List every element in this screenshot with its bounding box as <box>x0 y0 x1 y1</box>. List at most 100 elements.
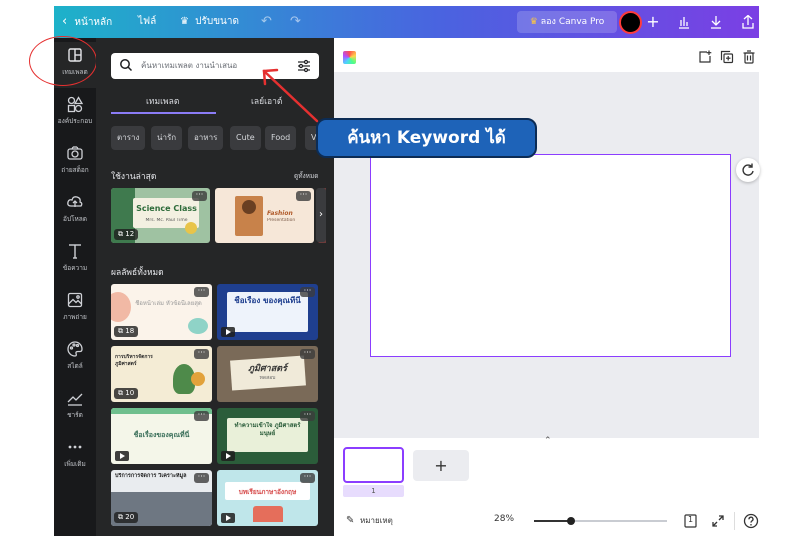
download-icon[interactable] <box>705 6 727 38</box>
play-icon <box>115 451 129 461</box>
duplicate-icon[interactable] <box>720 49 736 65</box>
more-options-icon[interactable]: ··· <box>194 349 209 359</box>
rail-item-styles[interactable]: สไตล์ <box>54 336 96 382</box>
design-page[interactable] <box>370 154 731 357</box>
zoom-slider[interactable] <box>534 517 667 525</box>
play-icon <box>221 513 235 523</box>
share-icon[interactable] <box>737 6 759 38</box>
try-canva-pro-button[interactable]: ♛ ลอง Canva Pro <box>517 11 617 33</box>
page-count-badge: ⧉ 12 <box>114 229 139 240</box>
crown-icon: ♛ <box>180 16 189 27</box>
rail-item-camera[interactable]: ถ่ายสต็อก <box>54 140 96 186</box>
more-options-icon[interactable]: ··· <box>300 287 315 297</box>
zoom-slider-fill <box>534 520 571 522</box>
chip-cute-th[interactable]: น่ารัก <box>151 126 183 150</box>
color-picker-icon[interactable] <box>343 51 356 64</box>
refresh-icon <box>742 163 754 176</box>
more-options-icon[interactable]: ··· <box>192 191 207 201</box>
avatar[interactable] <box>619 11 642 34</box>
blob-decoration <box>188 318 208 334</box>
template-result-card[interactable]: บทเรียนภาษาอังกฤษ ··· <box>217 470 318 526</box>
add-page-icon[interactable] <box>698 49 714 65</box>
template-result-card[interactable]: การบริหารจัดการ ภูมิศาสตร์ ··· ⧉ 10 <box>111 346 212 402</box>
fullscreen-icon[interactable] <box>710 513 726 529</box>
rail-item-label: สไตล์ <box>67 362 83 370</box>
chip-table[interactable]: ตาราง <box>111 126 146 150</box>
template-result-card[interactable]: ทำความเข้าใจ ภูมิศาสตร์มนุษย์ ··· <box>217 408 318 464</box>
canva-editor: ‹ หน้าหลัก ไฟล์ ♛ ปรับขนาด ↶ ↷ ♛ ลอง Can… <box>0 0 799 556</box>
zoom-slider-knob[interactable] <box>567 517 575 525</box>
rail-item-charts[interactable]: ชาร์ต <box>54 385 96 431</box>
more-options-icon[interactable]: ··· <box>296 191 311 201</box>
rail-item-label: ถ่ายสต็อก <box>61 166 89 174</box>
template-result-card[interactable]: ชื่อเรื่องของคุณที่นี่ ··· <box>111 408 212 464</box>
resize-button[interactable]: ♛ ปรับขนาด <box>180 6 239 38</box>
template-result-card[interactable]: บริการการจัดการ วิเคราะห์มูล ··· ⧉ 20 <box>111 470 212 526</box>
share-add-button[interactable]: + <box>643 6 663 38</box>
insights-icon[interactable] <box>673 6 695 38</box>
rail-item-label: องค์ประกอบ <box>57 117 93 125</box>
template-title: ทำความเข้าใจ ภูมิศาสตร์มนุษย์ <box>234 422 301 437</box>
search-placeholder: ค้นหาเทมเพลต งานนำเสนอ <box>141 61 238 70</box>
more-options-icon[interactable]: ··· <box>300 411 315 421</box>
blob-decoration <box>111 292 131 322</box>
page-count-badge: ⧉ 20 <box>114 512 139 523</box>
top-bar: ‹ หน้าหลัก ไฟล์ ♛ ปรับขนาด ↶ ↷ ♛ ลอง Can… <box>54 6 759 38</box>
chevron-up-icon[interactable]: ⌃ <box>544 436 552 446</box>
photo-icon <box>67 292 83 308</box>
add-page-button[interactable]: + <box>413 450 469 481</box>
rail-item-label: อัปโหลด <box>62 215 87 223</box>
resize-label: ปรับขนาด <box>195 16 240 27</box>
rail-item-elements[interactable]: องค์ประกอบ <box>54 91 96 137</box>
notes-label: หมายเหตุ <box>359 516 393 525</box>
page-thumbnail[interactable] <box>343 447 404 483</box>
page-count-badge: ⧉ 18 <box>114 326 139 337</box>
back-home-label: หน้าหลัก <box>74 17 113 28</box>
back-home-button[interactable]: ‹ หน้าหลัก <box>62 6 112 38</box>
trash-icon[interactable] <box>742 49 758 65</box>
left-icon-rail: เทมเพลต องค์ประกอบ ถ่ายสต็อก อัปโหลด ข้อ… <box>54 38 96 536</box>
rail-item-uploads[interactable]: อัปโหลด <box>54 189 96 235</box>
zoom-level[interactable]: 28% <box>494 514 514 524</box>
page-count-label: 1 <box>688 515 694 524</box>
chart-icon <box>67 393 83 406</box>
template-result-card[interactable]: ชื่อเรื่อง ของคุณที่นี่ ··· <box>217 284 318 340</box>
template-title: บทเรียนภาษาอังกฤษ <box>238 488 297 496</box>
template-title: การบริหารจัดการ ภูมิศาสตร์ <box>115 354 153 367</box>
more-options-icon[interactable]: ··· <box>300 349 315 359</box>
template-title: Fashion <box>267 210 293 217</box>
magic-refresh-button[interactable] <box>736 158 760 182</box>
see-all-link[interactable]: ดูทั้งหมด <box>294 171 318 181</box>
more-options-icon[interactable]: ··· <box>194 473 209 483</box>
play-icon <box>221 451 235 461</box>
camera-icon <box>67 146 83 160</box>
notes-button[interactable]: ✎ หมายเหตุ <box>346 514 393 527</box>
search-icon <box>120 59 133 72</box>
template-result-card[interactable]: ชื่อหน้าเล่ม หัวข้อนี่เลยสุด ··· ⧉ 18 <box>111 284 212 340</box>
tab-templates[interactable]: เทมเพลต <box>146 94 179 108</box>
recent-template-card[interactable]: Science Class Mrs. Mc. Paul Time ··· ⧉ 1… <box>111 188 210 243</box>
page-count-badge: ⧉ 10 <box>114 388 139 399</box>
more-options-icon[interactable]: ··· <box>300 473 315 483</box>
carousel-next-button[interactable]: › <box>316 188 326 242</box>
help-icon[interactable] <box>743 513 759 529</box>
template-title: ชื่อเรื่อง ของคุณที่นี่ <box>234 296 301 305</box>
chip-food-th[interactable]: อาหาร <box>188 126 224 150</box>
notes-icon: ✎ <box>346 515 355 526</box>
divider <box>734 512 735 530</box>
more-options-icon[interactable]: ··· <box>194 287 209 297</box>
rail-item-label: ภาพถ่าย <box>63 313 87 321</box>
template-result-card[interactable]: ภูมิศาสตร์ ทดสอบ ··· <box>217 346 318 402</box>
recent-template-card[interactable]: Fashion Presentation ··· <box>215 188 314 243</box>
more-options-icon[interactable]: ··· <box>194 411 209 421</box>
undo-icon[interactable]: ↶ <box>261 6 272 38</box>
rail-item-photos[interactable]: ภาพถ่าย <box>54 287 96 333</box>
canvas-toolbar <box>334 38 759 72</box>
rail-item-text[interactable]: ข้อความ <box>54 238 96 284</box>
rail-item-more[interactable]: เพิ่มเติม <box>54 434 96 480</box>
rail-item-label: ชาร์ต <box>67 411 83 419</box>
file-menu-button[interactable]: ไฟล์ <box>138 6 156 38</box>
page-count-button[interactable]: 1 <box>683 513 699 529</box>
annotation-callout: ค้นหา Keyword ได้ <box>316 118 537 158</box>
redo-icon[interactable]: ↷ <box>290 6 301 38</box>
